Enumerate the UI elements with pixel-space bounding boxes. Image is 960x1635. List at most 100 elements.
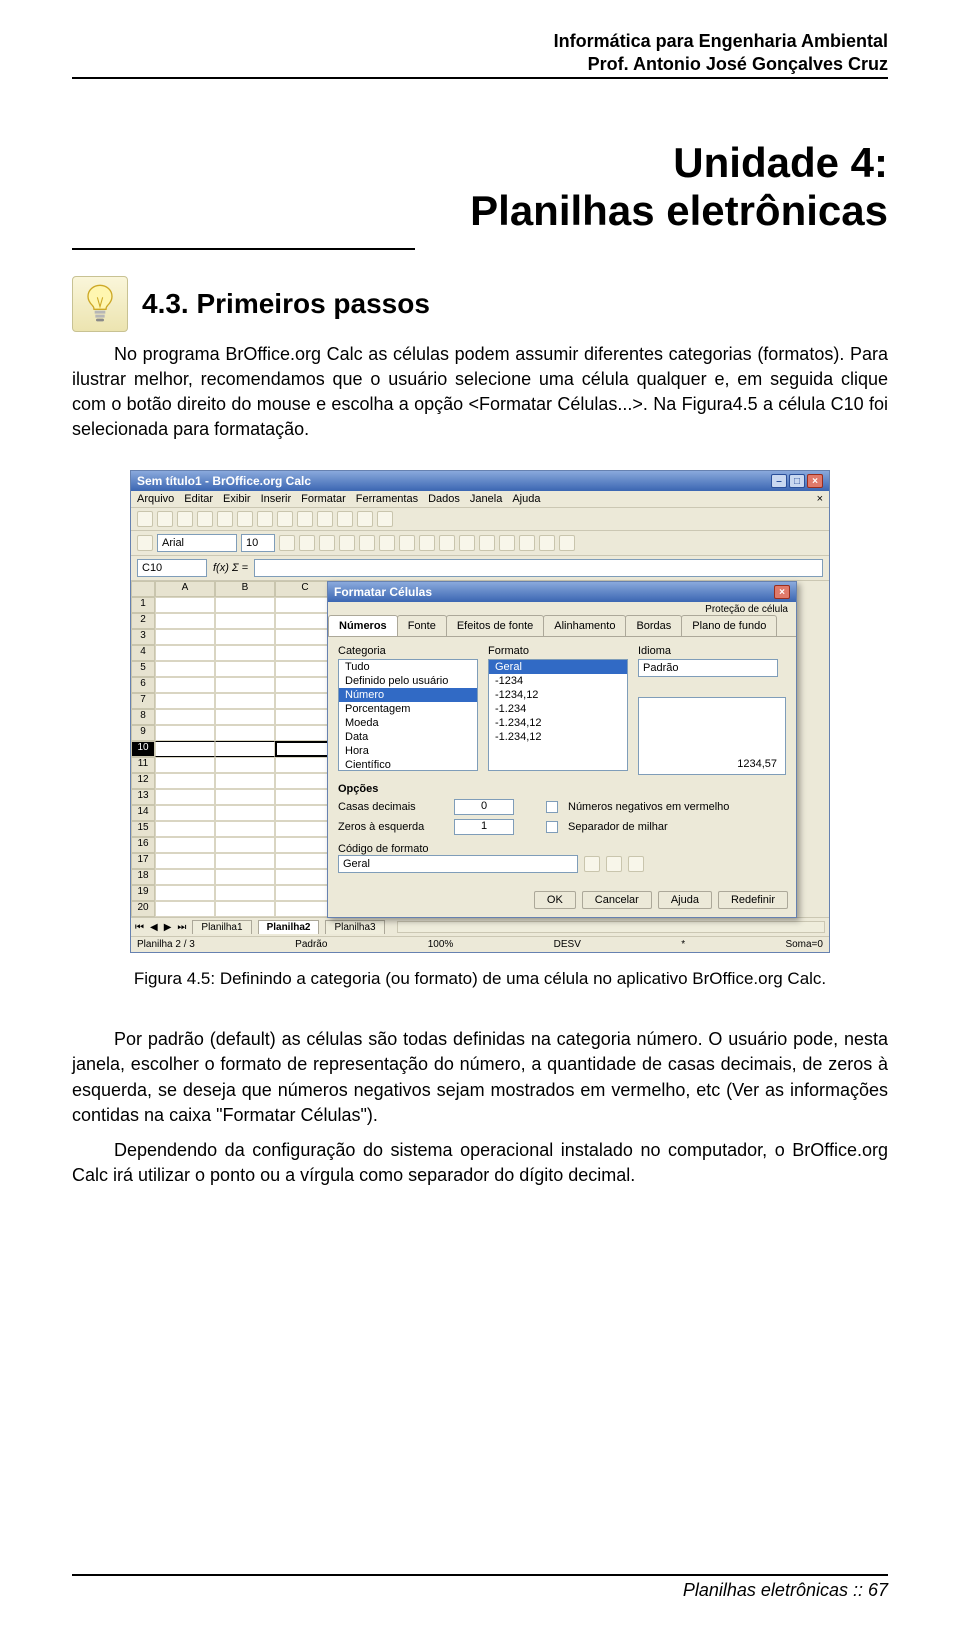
row-header-12[interactable]: 12 (131, 773, 155, 789)
fx-label[interactable]: f(x) Σ = (213, 562, 248, 574)
decimal-dec-icon[interactable] (459, 535, 475, 551)
zoom-icon[interactable] (357, 511, 373, 527)
row-header-19[interactable]: 19 (131, 885, 155, 901)
tab-protecao[interactable]: Proteção de célula (328, 602, 796, 615)
cat-porcentagem[interactable]: Porcentagem (339, 702, 477, 716)
row-header-7[interactable]: 7 (131, 693, 155, 709)
menubar-close-icon[interactable]: × (817, 493, 823, 505)
cell[interactable] (215, 853, 275, 869)
categoria-listbox[interactable]: Tudo Definido pelo usuário Número Porcen… (338, 659, 478, 771)
tab-numeros[interactable]: Números (328, 615, 398, 636)
row-header-5[interactable]: 5 (131, 661, 155, 677)
tab-fonte[interactable]: Fonte (397, 615, 447, 636)
row-header-3[interactable]: 3 (131, 629, 155, 645)
col-header-c[interactable]: C (275, 581, 335, 597)
code-delete-icon[interactable] (628, 856, 644, 872)
fmt-geral[interactable]: Geral (489, 660, 627, 674)
cell[interactable] (275, 709, 335, 725)
font-select[interactable]: Arial (157, 534, 237, 552)
cell[interactable] (155, 789, 215, 805)
cell[interactable] (155, 837, 215, 853)
menu-dados[interactable]: Dados (428, 493, 460, 505)
save-icon[interactable] (177, 511, 193, 527)
cell[interactable] (275, 789, 335, 805)
cell[interactable] (215, 597, 275, 613)
cell[interactable] (275, 805, 335, 821)
sheet-nav-next-icon[interactable]: ▶ (164, 922, 172, 933)
sheet-tab-2[interactable]: Planilha2 (258, 920, 320, 934)
cancel-button[interactable]: Cancelar (582, 891, 652, 909)
code-edit-icon[interactable] (606, 856, 622, 872)
cell[interactable] (275, 661, 335, 677)
fontsize-select[interactable]: 10 (241, 534, 275, 552)
menu-janela[interactable]: Janela (470, 493, 502, 505)
cell[interactable] (155, 725, 215, 741)
fmt-3[interactable]: -1.234 (489, 702, 627, 716)
cell[interactable] (215, 789, 275, 805)
cell[interactable] (215, 661, 275, 677)
fmt-2[interactable]: -1234,12 (489, 688, 627, 702)
cell[interactable] (215, 773, 275, 789)
cell[interactable] (155, 661, 215, 677)
sheet-tab-3[interactable]: Planilha3 (325, 920, 384, 934)
cell[interactable] (155, 885, 215, 901)
cell[interactable] (155, 821, 215, 837)
undo-icon[interactable] (277, 511, 293, 527)
cell[interactable] (275, 693, 335, 709)
help-icon[interactable] (377, 511, 393, 527)
cell[interactable] (215, 837, 275, 853)
redo-icon[interactable] (297, 511, 313, 527)
cell[interactable] (155, 773, 215, 789)
align-right-icon[interactable] (379, 535, 395, 551)
cell[interactable] (155, 629, 215, 645)
sheet-tab-1[interactable]: Planilha1 (192, 920, 251, 934)
row-header-4[interactable]: 4 (131, 645, 155, 661)
cell[interactable] (215, 613, 275, 629)
cut-icon[interactable] (217, 511, 233, 527)
row-header-1[interactable]: 1 (131, 597, 155, 613)
zeros-spin[interactable]: 1 (454, 819, 514, 835)
cell[interactable] (155, 741, 215, 757)
cell[interactable] (275, 821, 335, 837)
currency-icon[interactable] (399, 535, 415, 551)
cell[interactable] (275, 853, 335, 869)
row-header-17[interactable]: 17 (131, 853, 155, 869)
row-header-13[interactable]: 13 (131, 789, 155, 805)
menu-ajuda[interactable]: Ajuda (512, 493, 540, 505)
cell[interactable] (275, 869, 335, 885)
align-left-icon[interactable] (339, 535, 355, 551)
cell[interactable] (275, 741, 335, 757)
italic-icon[interactable] (299, 535, 315, 551)
cell[interactable] (275, 885, 335, 901)
cell[interactable] (275, 837, 335, 853)
fontcolor-icon[interactable] (559, 535, 575, 551)
chart-icon[interactable] (337, 511, 353, 527)
print-icon[interactable] (197, 511, 213, 527)
code-accept-icon[interactable] (584, 856, 600, 872)
new-icon[interactable] (137, 511, 153, 527)
row-header-11[interactable]: 11 (131, 757, 155, 773)
cell[interactable] (215, 869, 275, 885)
cat-cientifico[interactable]: Científico (339, 758, 477, 772)
maximize-icon[interactable]: □ (789, 474, 805, 488)
cat-moeda[interactable]: Moeda (339, 716, 477, 730)
col-header-b[interactable]: B (215, 581, 275, 597)
sheet-nav-prev-icon[interactable]: ◀ (150, 922, 158, 933)
row-header-16[interactable]: 16 (131, 837, 155, 853)
row-header-2[interactable]: 2 (131, 613, 155, 629)
menu-formatar[interactable]: Formatar (301, 493, 346, 505)
cell[interactable] (155, 709, 215, 725)
cell[interactable] (215, 677, 275, 693)
row-header-10[interactable]: 10 (131, 741, 155, 757)
hscrollbar[interactable] (397, 921, 825, 933)
row-header-20[interactable]: 20 (131, 901, 155, 917)
cell[interactable] (275, 677, 335, 693)
menu-arquivo[interactable]: Arquivo (137, 493, 174, 505)
reset-button[interactable]: Redefinir (718, 891, 788, 909)
cat-definido[interactable]: Definido pelo usuário (339, 674, 477, 688)
row-header-6[interactable]: 6 (131, 677, 155, 693)
cell[interactable] (155, 869, 215, 885)
decimal-inc-icon[interactable] (439, 535, 455, 551)
fmt-1[interactable]: -1234 (489, 674, 627, 688)
ok-button[interactable]: OK (534, 891, 576, 909)
